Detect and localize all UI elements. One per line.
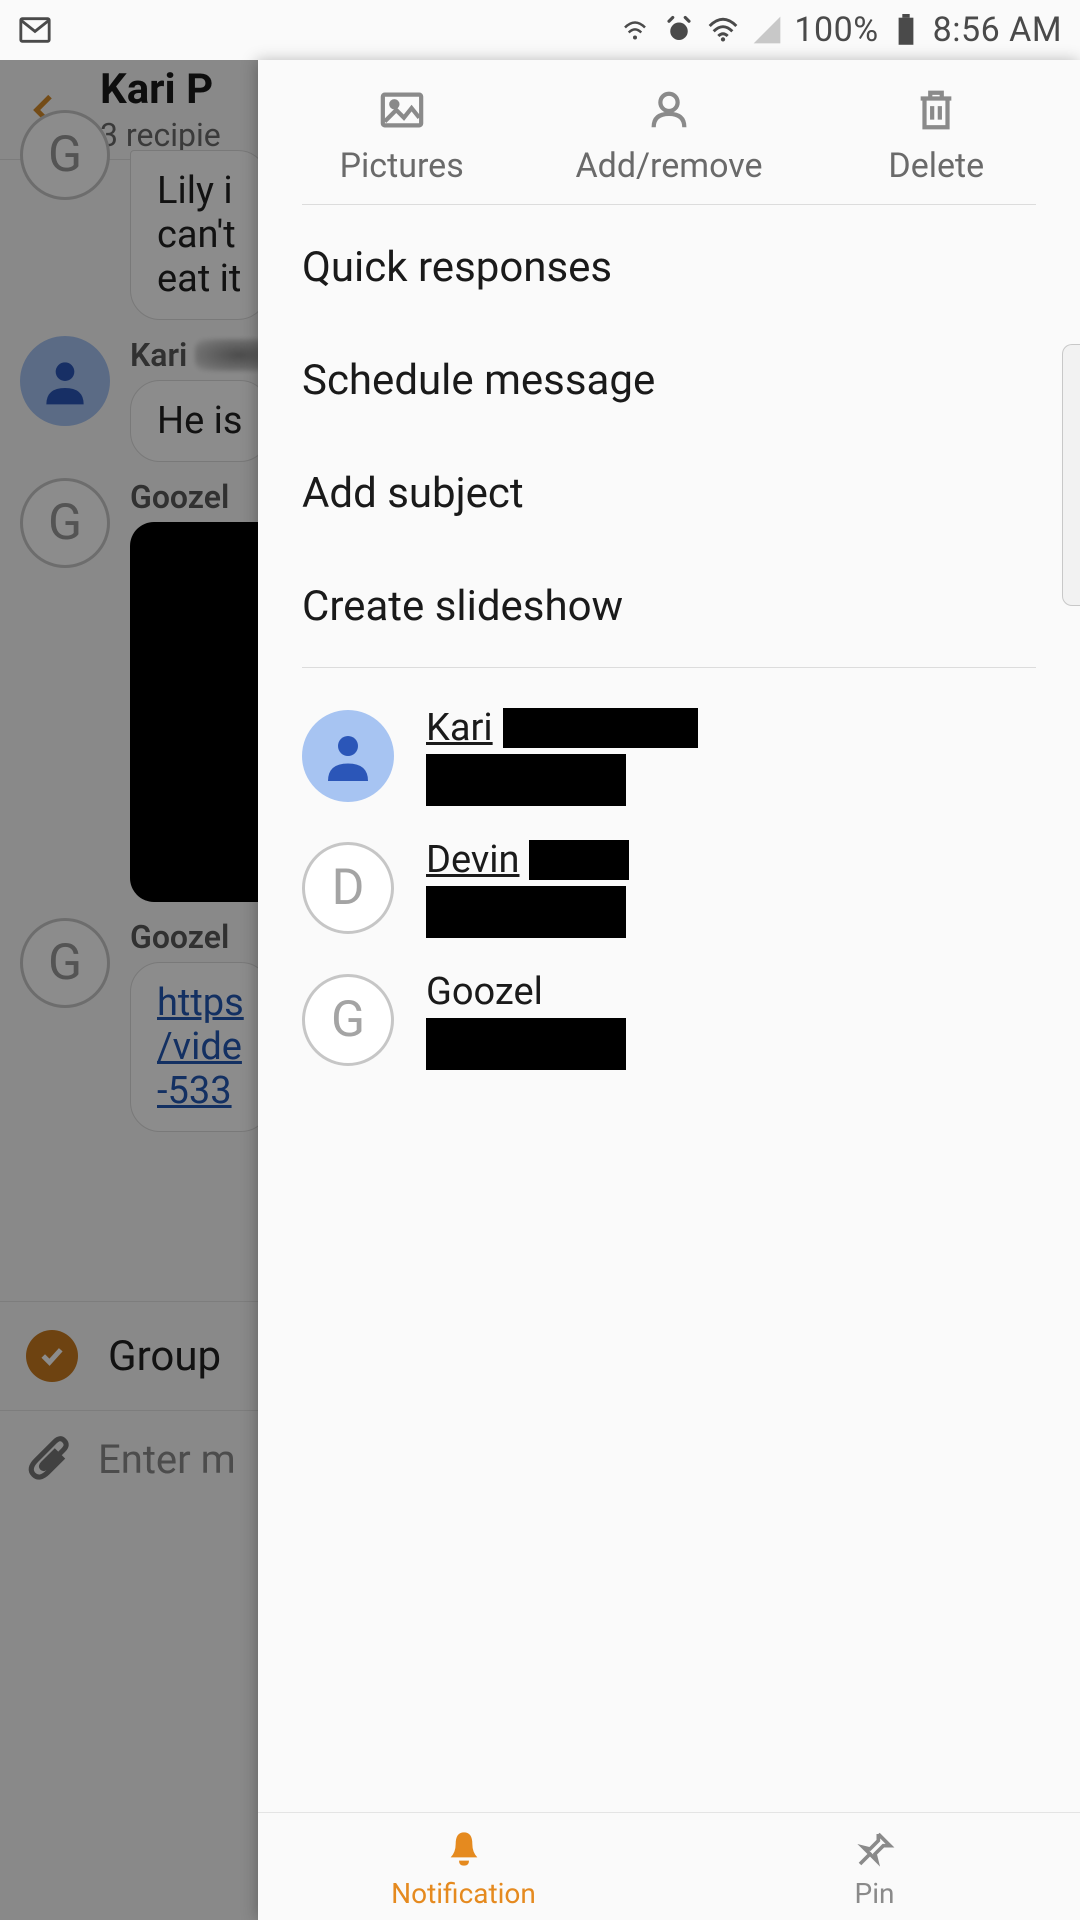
pictures-button[interactable]: Pictures xyxy=(268,78,535,204)
cell-signal-icon xyxy=(750,13,784,47)
panel-toolbar: Pictures Add/remove Delete xyxy=(258,60,1080,204)
add-remove-button[interactable]: Add/remove xyxy=(535,78,802,204)
trash-icon xyxy=(910,84,962,136)
delete-button[interactable]: Delete xyxy=(803,78,1070,204)
redacted-block xyxy=(426,754,626,806)
participant-row[interactable]: G Goozel xyxy=(302,954,1036,1086)
person-icon xyxy=(643,84,695,136)
participant-row[interactable]: Kari xyxy=(302,690,1036,822)
divider xyxy=(302,204,1036,205)
redacted-block xyxy=(426,886,626,938)
redacted-block xyxy=(426,1018,626,1070)
alarm-icon xyxy=(662,13,696,47)
notification-tab[interactable]: Notification xyxy=(258,1813,669,1920)
avatar: D xyxy=(302,842,394,934)
avatar xyxy=(302,710,394,802)
pictures-icon xyxy=(376,84,428,136)
redacted-block xyxy=(503,708,698,748)
participant-row[interactable]: D Devin xyxy=(302,822,1036,954)
scroll-handle[interactable] xyxy=(1062,344,1080,606)
participants-list: Kari D Devin G Goozel xyxy=(258,668,1080,1108)
bell-icon xyxy=(442,1827,486,1871)
schedule-message-item[interactable]: Schedule message xyxy=(302,324,1036,437)
wifi-calling-icon xyxy=(618,13,652,47)
pin-tab[interactable]: Pin xyxy=(669,1813,1080,1920)
options-panel: Pictures Add/remove Delete Quick respons… xyxy=(258,60,1080,1920)
battery-percent: 100% xyxy=(794,10,878,50)
participant-name: Goozel xyxy=(426,970,543,1014)
wifi-icon xyxy=(706,13,740,47)
participant-name: Kari xyxy=(426,706,493,750)
redacted-block xyxy=(529,840,629,880)
create-slideshow-item[interactable]: Create slideshow xyxy=(302,550,1036,663)
panel-bottom-bar: Notification Pin xyxy=(258,1812,1080,1920)
gmail-icon xyxy=(18,13,52,47)
avatar: G xyxy=(302,974,394,1066)
participant-name: Devin xyxy=(426,838,519,882)
status-bar: 100% 8:56 AM xyxy=(0,0,1080,60)
quick-responses-item[interactable]: Quick responses xyxy=(302,211,1036,324)
menu-list: Quick responses Schedule message Add sub… xyxy=(258,211,1080,668)
pin-icon xyxy=(853,1827,897,1871)
battery-icon xyxy=(889,13,923,47)
add-subject-item[interactable]: Add subject xyxy=(302,437,1036,550)
clock-time: 8:56 AM xyxy=(933,10,1062,50)
